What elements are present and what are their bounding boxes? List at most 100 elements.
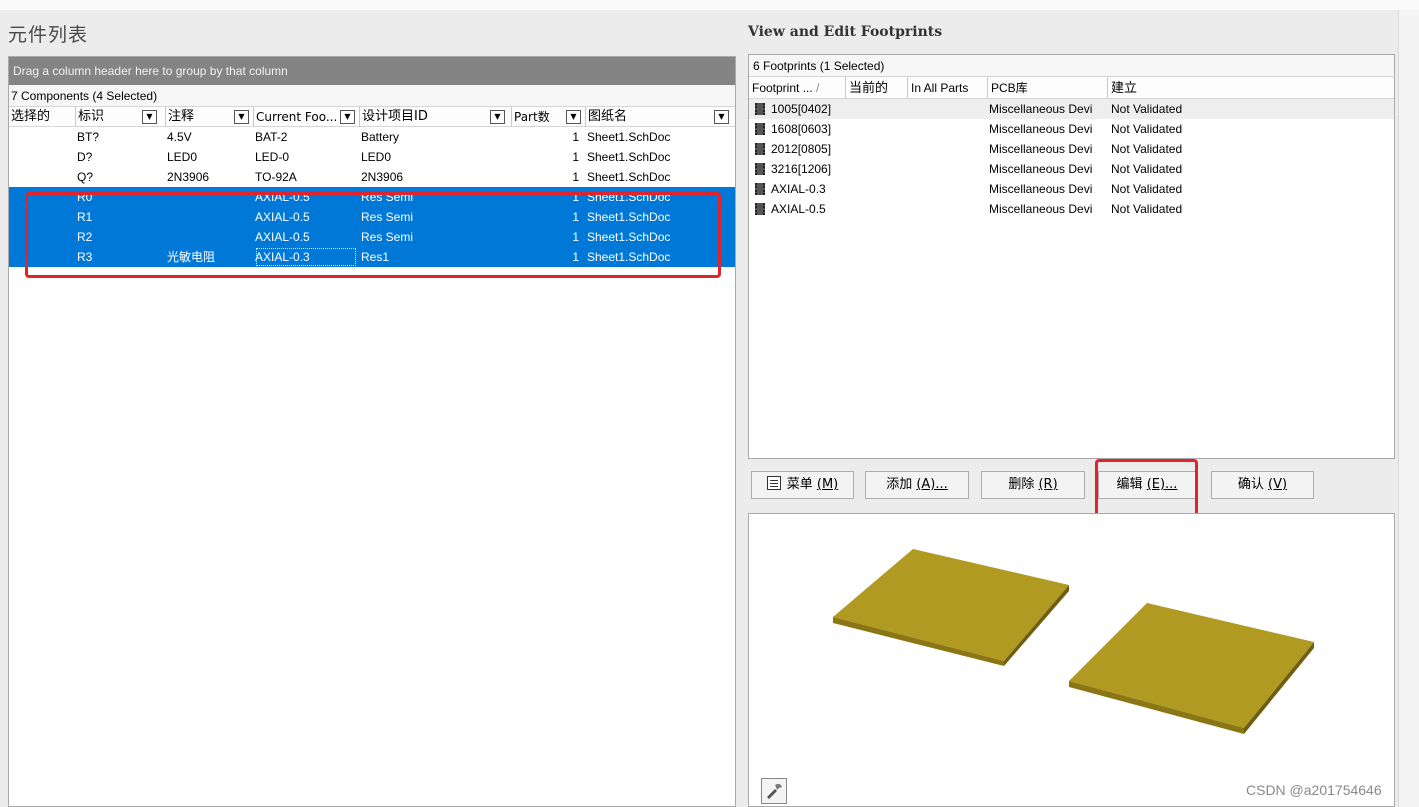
- cell-name[interactable]: AXIAL-0.5: [771, 199, 891, 219]
- filter-dropdown-icon[interactable]: ▼: [490, 110, 505, 124]
- cell-design-id[interactable]: Res1: [361, 247, 509, 267]
- add-button[interactable]: 添加 (A)...: [865, 471, 969, 499]
- footprint-row[interactable]: 1005[0402] Miscellaneous Devi Not Validate…: [749, 99, 1394, 119]
- cell-design-id[interactable]: Battery: [361, 127, 509, 147]
- filter-dropdown-icon[interactable]: ▼: [142, 110, 157, 124]
- cell-footprint[interactable]: AXIAL-0.5: [255, 187, 357, 207]
- group-by-bar[interactable]: Drag a column header here to group by th…: [9, 57, 735, 85]
- cell-library[interactable]: Miscellaneous Devi: [989, 119, 1107, 139]
- cell-library[interactable]: Miscellaneous Devi: [989, 199, 1107, 219]
- component-row[interactable]: Q? 2N3906 TO-92A 2N3906 1 Sheet1.SchDoc: [9, 167, 735, 187]
- cell-name[interactable]: AXIAL-0.3: [771, 179, 891, 199]
- components-grid[interactable]: Drag a column header here to group by th…: [8, 56, 736, 807]
- col-header-current-footprint[interactable]: Current Foo... ▼: [253, 107, 359, 127]
- cell-parts[interactable]: 1: [513, 187, 579, 207]
- cell-library[interactable]: Miscellaneous Devi: [989, 179, 1107, 199]
- validate-button[interactable]: 确认 (V): [1211, 471, 1314, 499]
- cell-footprint[interactable]: AXIAL-0.5: [255, 227, 357, 247]
- cell-sheet[interactable]: Sheet1.SchDoc: [587, 127, 733, 147]
- component-row[interactable]: R1 AXIAL-0.5 Res Semi 1 Sheet1.SchDoc: [9, 207, 735, 227]
- cell-sheet[interactable]: Sheet1.SchDoc: [587, 147, 733, 167]
- filter-dropdown-icon[interactable]: ▼: [714, 110, 729, 124]
- menu-button[interactable]: 菜单 (M): [751, 471, 854, 499]
- col-header-designator[interactable]: 标识 ▼: [75, 107, 165, 127]
- cell-status[interactable]: Not Validated: [1111, 159, 1311, 179]
- col-header-selected[interactable]: 选择的: [9, 107, 75, 127]
- cell-library[interactable]: Miscellaneous Devi: [989, 99, 1107, 119]
- cell-status[interactable]: Not Validated: [1111, 119, 1311, 139]
- filter-dropdown-icon[interactable]: ▼: [340, 110, 355, 124]
- cell-designator[interactable]: R3: [77, 247, 163, 267]
- footprint-row[interactable]: 1608[0603] Miscellaneous Devi Not Validate…: [749, 119, 1394, 139]
- filter-dropdown-icon[interactable]: ▼: [234, 110, 249, 124]
- cell-comment[interactable]: 光敏电阻: [167, 247, 251, 267]
- filter-dropdown-icon[interactable]: ▼: [566, 110, 581, 124]
- cell-status[interactable]: Not Validated: [1111, 139, 1311, 159]
- cell-design-id[interactable]: LED0: [361, 147, 509, 167]
- cell-designator[interactable]: R0: [77, 187, 163, 207]
- cell-sheet[interactable]: Sheet1.SchDoc: [587, 167, 733, 187]
- cell-sheet[interactable]: Sheet1.SchDoc: [587, 207, 733, 227]
- footprint-3d-preview[interactable]: [748, 513, 1395, 807]
- cell-parts[interactable]: 1: [513, 167, 579, 187]
- footprint-row[interactable]: 3216[1206] Miscellaneous Devi Not Validate…: [749, 159, 1394, 179]
- cell-name[interactable]: 1608[0603]: [771, 119, 891, 139]
- cell-footprint[interactable]: BAT-2: [255, 127, 357, 147]
- cell-design-id[interactable]: Res Semi: [361, 207, 509, 227]
- cell-designator[interactable]: R2: [77, 227, 163, 247]
- cell-comment[interactable]: LED0: [167, 147, 251, 167]
- footprints-list[interactable]: 6 Footprints (1 Selected) Footprint ... …: [748, 54, 1395, 459]
- cell-status[interactable]: Not Validated: [1111, 99, 1311, 119]
- cell-parts[interactable]: 1: [513, 207, 579, 227]
- col-header-design-item-id[interactable]: 设计项目ID ▼: [359, 107, 511, 127]
- cell-parts[interactable]: 1: [513, 227, 579, 247]
- col-header-current[interactable]: 当前的: [845, 77, 907, 99]
- component-row[interactable]: D? LED0 LED-0 LED0 1 Sheet1.SchDoc: [9, 147, 735, 167]
- preview-tool-button[interactable]: [761, 778, 787, 804]
- cell-name[interactable]: 1005[0402]: [771, 99, 891, 119]
- footprint-row[interactable]: 2012[0805] Miscellaneous Devi Not Validate…: [749, 139, 1394, 159]
- cell-designator[interactable]: BT?: [77, 127, 163, 147]
- cell-sheet[interactable]: Sheet1.SchDoc: [587, 227, 733, 247]
- cell-comment[interactable]: [167, 207, 251, 227]
- cell-design-id[interactable]: Res Semi: [361, 227, 509, 247]
- cell-name[interactable]: 2012[0805]: [771, 139, 891, 159]
- col-header-footprint[interactable]: Footprint ... /: [749, 77, 845, 99]
- cell-sheet[interactable]: Sheet1.SchDoc: [587, 247, 733, 267]
- col-header-created[interactable]: 建立: [1107, 77, 1394, 99]
- component-row[interactable]: R0 AXIAL-0.5 Res Semi 1 Sheet1.SchDoc: [9, 187, 735, 207]
- footprint-row[interactable]: AXIAL-0.5 Miscellaneous Devi Not Validated: [749, 199, 1394, 219]
- cell-footprint[interactable]: AXIAL-0.5: [255, 207, 357, 227]
- cell-footprint[interactable]: AXIAL-0.3: [255, 247, 357, 267]
- cell-design-id[interactable]: 2N3906: [361, 167, 509, 187]
- cell-designator[interactable]: Q?: [77, 167, 163, 187]
- delete-button[interactable]: 删除 (R): [981, 471, 1085, 499]
- cell-parts[interactable]: 1: [513, 127, 579, 147]
- cell-designator[interactable]: R1: [77, 207, 163, 227]
- cell-status[interactable]: Not Validated: [1111, 179, 1311, 199]
- component-row[interactable]: R2 AXIAL-0.5 Res Semi 1 Sheet1.SchDoc: [9, 227, 735, 247]
- cell-parts[interactable]: 1: [513, 147, 579, 167]
- col-header-pcb-library[interactable]: PCB库: [987, 77, 1107, 99]
- cell-library[interactable]: Miscellaneous Devi: [989, 139, 1107, 159]
- col-header-in-all-parts[interactable]: In All Parts: [907, 77, 987, 99]
- col-header-comment[interactable]: 注释 ▼: [165, 107, 253, 127]
- cell-comment[interactable]: [167, 227, 251, 247]
- cell-parts[interactable]: 1: [513, 247, 579, 267]
- edit-button[interactable]: 编辑 (E)...: [1098, 471, 1196, 499]
- col-header-sheet-name[interactable]: 图纸名 ▼: [585, 107, 735, 127]
- component-row[interactable]: BT? 4.5V BAT-2 Battery 1 Sheet1.SchDoc: [9, 127, 735, 147]
- cell-footprint[interactable]: TO-92A: [255, 167, 357, 187]
- cell-status[interactable]: Not Validated: [1111, 199, 1311, 219]
- cell-footprint[interactable]: LED-0: [255, 147, 357, 167]
- cell-comment[interactable]: 2N3906: [167, 167, 251, 187]
- cell-name[interactable]: 3216[1206]: [771, 159, 891, 179]
- component-row[interactable]: R3 光敏电阻 AXIAL-0.3 Res1 1 Sheet1.SchDoc: [9, 247, 735, 267]
- footprint-row[interactable]: AXIAL-0.3 Miscellaneous Devi Not Validated: [749, 179, 1394, 199]
- cell-designator[interactable]: D?: [77, 147, 163, 167]
- col-header-part-count[interactable]: Part数 ▼: [511, 107, 585, 127]
- cell-design-id[interactable]: Res Semi: [361, 187, 509, 207]
- cell-sheet[interactable]: Sheet1.SchDoc: [587, 187, 733, 207]
- cell-comment[interactable]: [167, 187, 251, 207]
- cell-library[interactable]: Miscellaneous Devi: [989, 159, 1107, 179]
